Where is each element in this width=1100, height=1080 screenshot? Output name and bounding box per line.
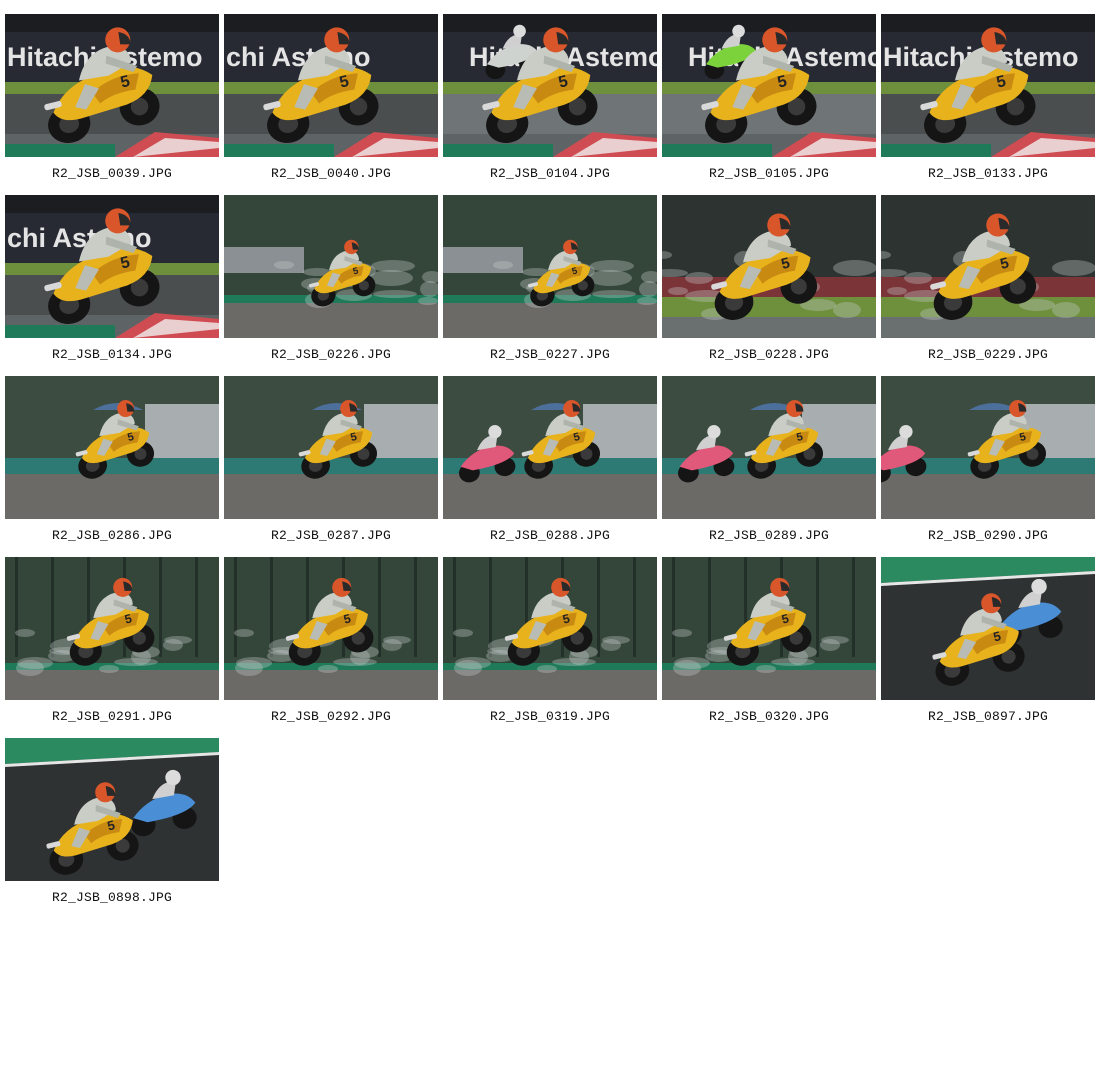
thumbnail-item[interactable]: 5 R2_JSB_0897.JPG xyxy=(881,557,1095,738)
thumbnail-item[interactable]: 5 R2_JSB_0227.JPG xyxy=(443,195,657,376)
thumbnail-filename: R2_JSB_0288.JPG xyxy=(489,528,611,543)
thumbnail-item[interactable]: Hitachi Astemo5 R2_JSB_0104.JPG xyxy=(443,14,657,195)
thumbnail-image[interactable]: 5 xyxy=(5,738,219,881)
thumbnail-item[interactable]: chi Astemo 5 R2_JSB_0134.JPG xyxy=(5,195,219,376)
thumbnail-filename: R2_JSB_0227.JPG xyxy=(489,347,611,362)
thumbnail-image[interactable]: 5 xyxy=(881,557,1095,700)
thumbnail-item[interactable]: 5 R2_JSB_0288.JPG xyxy=(443,376,657,557)
thumbnail-item[interactable]: 5 R2_JSB_0319.JPG xyxy=(443,557,657,738)
thumbnail-item[interactable]: 5 R2_JSB_0226.JPG xyxy=(224,195,438,376)
thumbnail-image[interactable]: 5 xyxy=(224,195,438,338)
thumbnail-image[interactable]: Hitachi Astemo5 xyxy=(662,14,876,157)
thumbnail-image[interactable]: 5 xyxy=(443,195,657,338)
thumbnail-item[interactable]: 5 R2_JSB_0290.JPG xyxy=(881,376,1095,557)
thumbnail-item[interactable]: 5 R2_JSB_0229.JPG xyxy=(881,195,1095,376)
thumbnail-image[interactable]: 5 xyxy=(662,195,876,338)
thumbnail-filename: R2_JSB_0039.JPG xyxy=(51,166,173,181)
thumbnail-item[interactable]: 5 R2_JSB_0292.JPG xyxy=(224,557,438,738)
thumbnail-image[interactable]: chi Astemo 5 xyxy=(224,14,438,157)
thumbnail-item[interactable]: 5 R2_JSB_0291.JPG xyxy=(5,557,219,738)
thumbnail-image[interactable]: 5 xyxy=(881,376,1095,519)
thumbnail-item[interactable]: Hitachi Astemo5 R2_JSB_0105.JPG xyxy=(662,14,876,195)
thumbnail-image[interactable]: Hitachi Astemo5 xyxy=(443,14,657,157)
thumbnail-image[interactable]: chi Astemo 5 xyxy=(5,195,219,338)
thumbnail-filename: R2_JSB_0287.JPG xyxy=(270,528,392,543)
thumbnail-filename: R2_JSB_0104.JPG xyxy=(489,166,611,181)
thumbnail-image[interactable]: Hitachi Astemo5 xyxy=(5,14,219,157)
thumbnail-image[interactable]: 5 xyxy=(662,376,876,519)
thumbnail-item[interactable]: 5 R2_JSB_0286.JPG xyxy=(5,376,219,557)
thumbnail-filename: R2_JSB_0040.JPG xyxy=(270,166,392,181)
thumbnail-filename: R2_JSB_0320.JPG xyxy=(708,709,830,724)
thumbnail-item[interactable]: Hitachi Astemo 5 R2_JSB_0133.JPG xyxy=(881,14,1095,195)
thumbnail-item[interactable]: 5 R2_JSB_0898.JPG xyxy=(5,738,219,919)
thumbnail-filename: R2_JSB_0286.JPG xyxy=(51,528,173,543)
thumbnail-filename: R2_JSB_0228.JPG xyxy=(708,347,830,362)
thumbnail-item[interactable]: chi Astemo 5 R2_JSB_0040.JPG xyxy=(224,14,438,195)
thumbnail-image[interactable]: 5 xyxy=(443,557,657,700)
thumbnail-filename: R2_JSB_0291.JPG xyxy=(51,709,173,724)
thumbnail-item[interactable]: 5 R2_JSB_0289.JPG xyxy=(662,376,876,557)
thumbnail-image[interactable]: Hitachi Astemo5 xyxy=(881,14,1095,157)
thumbnail-filename: R2_JSB_0229.JPG xyxy=(927,347,1049,362)
thumbnail-image[interactable]: 5 xyxy=(662,557,876,700)
thumbnail-filename: R2_JSB_0105.JPG xyxy=(708,166,830,181)
thumbnail-image[interactable]: 5 xyxy=(5,557,219,700)
thumbnail-item[interactable]: 5 R2_JSB_0287.JPG xyxy=(224,376,438,557)
thumbnail-filename: R2_JSB_0319.JPG xyxy=(489,709,611,724)
thumbnail-filename: R2_JSB_0133.JPG xyxy=(927,166,1049,181)
thumbnail-filename: R2_JSB_0292.JPG xyxy=(270,709,392,724)
thumbnail-filename: R2_JSB_0289.JPG xyxy=(708,528,830,543)
thumbnail-filename: R2_JSB_0226.JPG xyxy=(270,347,392,362)
thumbnail-image[interactable]: 5 xyxy=(443,376,657,519)
thumbnail-image[interactable]: 5 xyxy=(5,376,219,519)
thumbnail-filename: R2_JSB_0134.JPG xyxy=(51,347,173,362)
thumbnail-item[interactable]: 5 R2_JSB_0228.JPG xyxy=(662,195,876,376)
thumbnail-filename: R2_JSB_0897.JPG xyxy=(927,709,1049,724)
thumbnail-image[interactable]: 5 xyxy=(224,557,438,700)
thumbnail-filename: R2_JSB_0290.JPG xyxy=(927,528,1049,543)
thumbnail-item[interactable]: Hitachi Astemo 5 R2_JSB_0039.JPG xyxy=(5,14,219,195)
thumbnail-item[interactable]: 5 R2_JSB_0320.JPG xyxy=(662,557,876,738)
thumbnail-image[interactable]: 5 xyxy=(881,195,1095,338)
thumbnail-filename: R2_JSB_0898.JPG xyxy=(51,890,173,905)
thumbnail-image[interactable]: 5 xyxy=(224,376,438,519)
